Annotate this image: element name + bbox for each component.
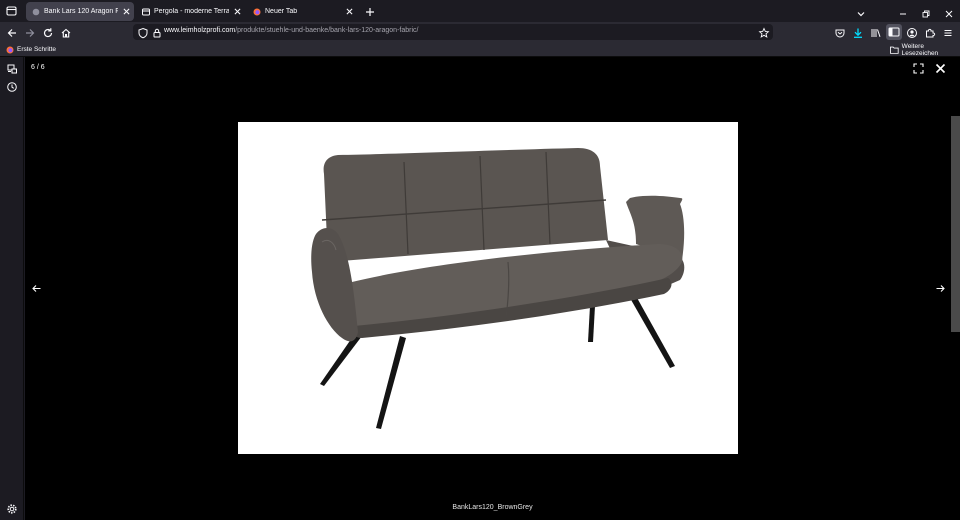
bookmarks-toolbar: Erste Schritte Weitere Lesezeichen — [0, 42, 960, 57]
forward-arrow-icon[interactable] — [24, 26, 36, 38]
tab-title: Neuer Tab — [265, 8, 298, 15]
image-lightbox: 6 / 6 BankLars120_BrownGrey — [25, 57, 960, 520]
bench-leg — [376, 336, 406, 429]
url-text[interactable]: www.leimholzprofi.com/produkte/stuehle-u… — [164, 27, 418, 34]
tab-pergola[interactable]: Pergola - moderne Terrassenüb — [136, 2, 245, 21]
navigation-toolbar: www.leimholzprofi.com/produkte/stuehle-u… — [0, 22, 960, 42]
bench-leg — [588, 306, 595, 342]
shield-icon[interactable] — [137, 26, 149, 39]
minimize-icon[interactable] — [898, 6, 908, 16]
previous-arrow-icon[interactable] — [29, 281, 43, 295]
history-clock-icon[interactable] — [6, 80, 18, 92]
list-all-tabs-icon[interactable] — [856, 6, 866, 17]
other-bookmarks[interactable]: Weitere Lesezeichen — [890, 42, 960, 57]
lock-icon[interactable] — [151, 26, 163, 38]
new-tab-button[interactable] — [364, 5, 376, 17]
tab-overview-icon[interactable] — [3, 3, 19, 19]
folder-icon — [890, 46, 899, 54]
account-icon[interactable] — [906, 26, 918, 38]
bench-image — [311, 148, 685, 429]
reload-icon[interactable] — [42, 26, 54, 38]
tab-strip: Bank Lars 120 Aragon Fabric - L Pergola … — [0, 0, 960, 22]
page-favicon-icon — [142, 8, 150, 16]
tab-title: Bank Lars 120 Aragon Fabric - L — [44, 8, 118, 15]
image-counter: 6 / 6 — [31, 64, 45, 71]
bookmark-first-steps[interactable]: Erste Schritte — [6, 44, 56, 55]
menu-icon[interactable] — [942, 26, 954, 38]
close-lightbox-icon[interactable] — [933, 61, 947, 75]
sidebar-toggle-icon[interactable] — [886, 24, 902, 40]
firefox-favicon-icon — [253, 8, 261, 16]
site-favicon-icon — [32, 8, 40, 16]
scrollbar-thumb[interactable] — [951, 116, 960, 332]
url-path: /produkte/stuehle-und-baenke/bank-lars-1… — [235, 27, 419, 34]
pocket-icon[interactable] — [834, 26, 846, 38]
home-icon[interactable] — [60, 26, 72, 38]
extensions-icon[interactable] — [924, 26, 936, 38]
url-bar[interactable]: www.leimholzprofi.com/produkte/stuehle-u… — [133, 24, 773, 40]
url-host: www.leimholzprofi.com — [164, 27, 236, 34]
bench-backrest — [323, 148, 608, 262]
product-photo — [238, 122, 738, 454]
tab-neuer-tab[interactable]: Neuer Tab — [247, 2, 357, 21]
tab-bank-lars[interactable]: Bank Lars 120 Aragon Fabric - L — [26, 2, 134, 21]
close-icon[interactable] — [121, 7, 131, 17]
bench-leg — [630, 296, 675, 368]
bookmark-label: Weitere Lesezeichen — [901, 42, 939, 57]
close-icon[interactable] — [344, 7, 354, 17]
library-icon[interactable] — [870, 26, 882, 38]
sidebar — [0, 57, 24, 520]
settings-gear-icon[interactable] — [6, 502, 18, 514]
fullscreen-icon[interactable] — [911, 61, 925, 75]
window-close-icon[interactable] — [944, 6, 954, 18]
back-arrow-icon[interactable] — [6, 26, 18, 38]
next-arrow-icon[interactable] — [933, 281, 947, 295]
tab-title: Pergola - moderne Terrassenüb — [154, 8, 229, 15]
image-caption: BankLars120_BrownGrey — [452, 504, 533, 511]
close-icon[interactable] — [232, 7, 242, 17]
synced-tabs-icon[interactable] — [6, 62, 18, 74]
bookmark-star-icon[interactable] — [758, 26, 770, 38]
firefox-icon — [6, 46, 14, 53]
bench-leg — [320, 332, 362, 386]
bookmark-label: Erste Schritte — [17, 46, 57, 53]
restore-icon[interactable] — [921, 6, 931, 18]
download-icon[interactable] — [852, 26, 864, 38]
